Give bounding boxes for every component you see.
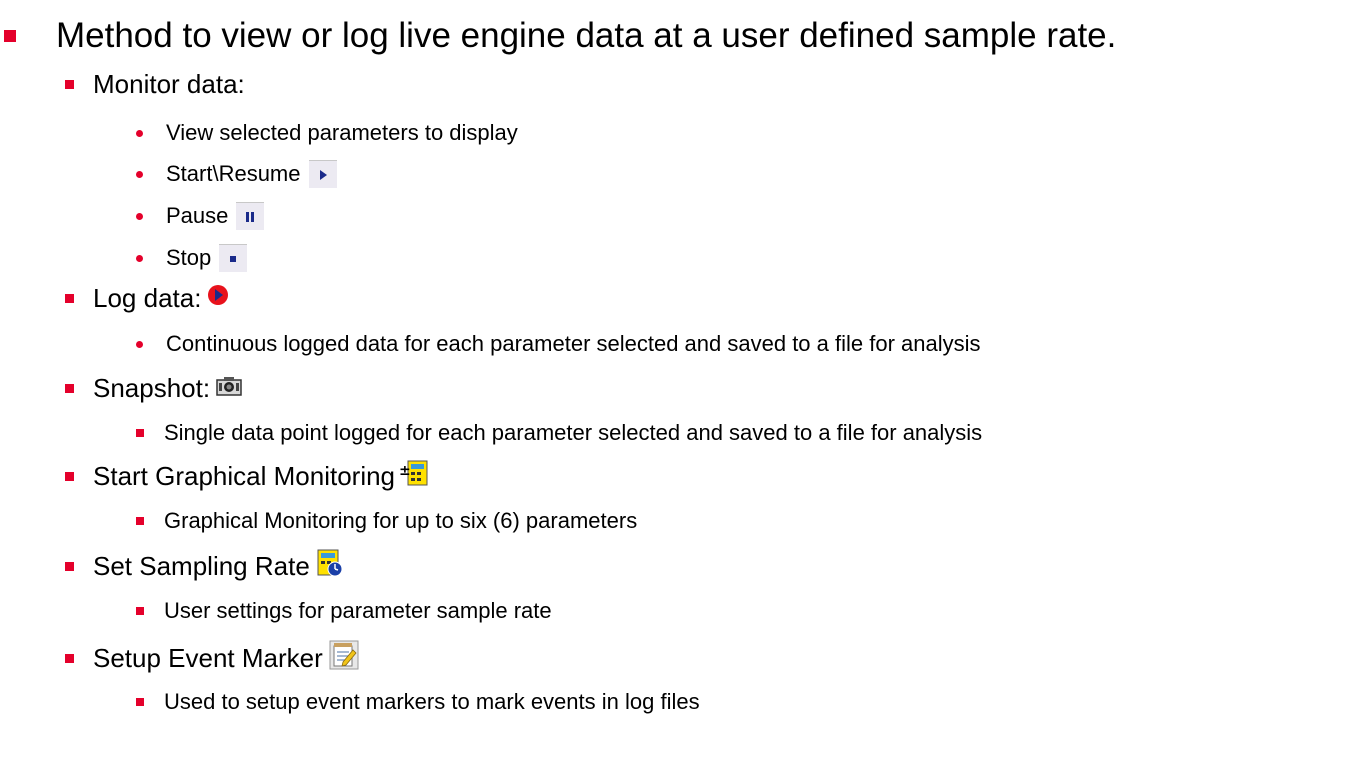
snapshot-heading-text: Snapshot: [93,372,211,403]
bullet-dot [136,212,143,220]
svg-text:±: ± [399,463,411,479]
sampling-rate-icon[interactable] [316,548,344,585]
monitor-heading-text: Monitor data: [93,68,245,99]
monitor-item-start: Start\Resume [136,159,337,189]
stop-icon[interactable] [219,244,248,272]
graph-monitor-icon[interactable]: ± [399,458,429,495]
sampling-heading-text: Set Sampling Rate [93,550,310,581]
monitor-heading: Monitor data: [65,68,245,100]
monitor-item-label: Pause [166,203,229,228]
bullet-square [65,471,74,481]
event-heading-text: Setup Event Marker [93,642,323,673]
monitor-item-stop: Stop [136,243,248,273]
event-detail: Used to setup event markers to mark even… [136,688,700,716]
monitor-item-label: Start\Resume [166,161,301,186]
bullet-square [65,293,74,303]
bullet-square [136,517,144,525]
sampling-detail: User settings for parameter sample rate [136,597,552,625]
snapshot-detail-text: Single data point logged for each parame… [164,420,983,445]
bullet-square [136,698,144,706]
camera-icon[interactable] [216,373,242,404]
sampling-detail-text: User settings for parameter sample rate [164,598,552,623]
bullet-square [65,383,74,393]
play-icon[interactable] [308,160,337,188]
bullet-square [4,30,16,42]
log-detail-text: Continuous logged data for each paramete… [166,331,981,356]
snapshot-detail: Single data point logged for each parame… [136,419,982,447]
sampling-heading: Set Sampling Rate [65,549,344,583]
bullet-square [136,607,144,615]
event-detail-text: Used to setup event markers to mark even… [164,689,700,714]
bullet-square [65,653,74,663]
log-detail: Continuous logged data for each paramete… [136,330,981,358]
bullet-dot [136,170,143,178]
pause-icon[interactable] [236,202,265,230]
bullet-square [65,561,74,571]
monitor-item-view: View selected parameters to display [136,119,518,147]
bullet-dot [136,254,143,262]
intro-text: Method to view or log live engine data a… [56,16,1117,55]
graphical-heading: Start Graphical Monitoring ± [65,459,429,493]
record-icon[interactable] [205,282,231,315]
log-heading: Log data: [65,282,231,314]
notepad-icon[interactable] [329,640,359,677]
bullet-dot [136,129,143,137]
log-heading-text: Log data: [93,282,202,313]
bullet-square [136,429,144,437]
snapshot-heading: Snapshot: [65,372,242,404]
graphical-heading-text: Start Graphical Monitoring [93,460,396,491]
intro-item: Method to view or log live engine data a… [0,16,1116,56]
graphical-detail-text: Graphical Monitoring for up to six (6) p… [164,508,638,533]
monitor-item-pause: Pause [136,201,265,231]
bullet-dot [136,340,143,348]
monitor-item-label: View selected parameters to display [166,120,518,145]
bullet-square [65,79,74,89]
monitor-item-label: Stop [166,245,212,270]
graphical-detail: Graphical Monitoring for up to six (6) p… [136,507,637,535]
event-heading: Setup Event Marker [65,640,359,677]
